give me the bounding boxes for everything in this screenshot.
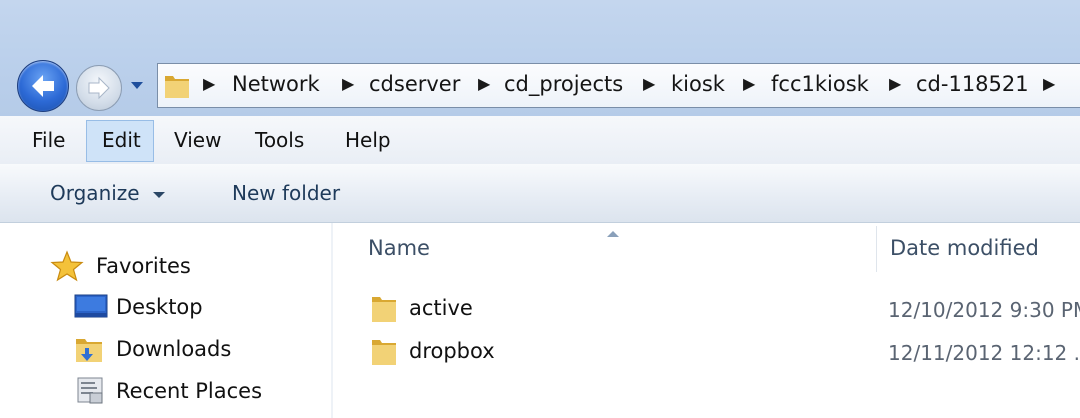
file-row-dropbox[interactable]: dropbox 12/11/2012 12:12 ... (360, 333, 1080, 371)
nav-downloads[interactable]: Downloads (116, 337, 231, 361)
breadcrumb-separator-icon[interactable]: ▶ (889, 74, 901, 93)
menu-bar (0, 116, 1080, 165)
forward-arrow-icon (88, 76, 110, 100)
file-name: active (409, 296, 473, 320)
menu-edit[interactable]: Edit (102, 116, 141, 164)
folder-icon (165, 76, 189, 98)
star-icon (50, 250, 84, 282)
menu-view[interactable]: View (174, 116, 221, 164)
menu-tools[interactable]: Tools (255, 116, 304, 164)
breadcrumb-cd-projects[interactable]: cd_projects (504, 72, 623, 96)
column-divider[interactable] (876, 226, 877, 272)
folder-icon (372, 297, 396, 322)
forward-button[interactable] (76, 65, 122, 111)
breadcrumb-kiosk[interactable]: kiosk (671, 72, 725, 96)
menu-help[interactable]: Help (345, 116, 391, 164)
file-date: 12/10/2012 9:30 PM (888, 298, 1080, 322)
nav-favorites[interactable]: Favorites (96, 254, 191, 278)
breadcrumb-separator-icon[interactable]: ▶ (1043, 74, 1055, 93)
column-header-date-modified[interactable]: Date modified (890, 236, 1039, 260)
breadcrumb-separator-icon[interactable]: ▶ (478, 74, 490, 93)
downloads-folder-icon (76, 339, 102, 362)
organize-button[interactable]: Organize (50, 164, 166, 222)
nav-desktop[interactable]: Desktop (116, 295, 203, 319)
desktop-icon (74, 294, 108, 318)
folder-icon (372, 340, 396, 365)
nav-recent-places[interactable]: Recent Places (116, 379, 262, 403)
pane-splitter[interactable] (331, 223, 333, 418)
chevron-down-icon (152, 192, 165, 198)
breadcrumb-fcc1kiosk[interactable]: fcc1kiosk (771, 72, 869, 96)
breadcrumb-cdserver[interactable]: cdserver (369, 72, 460, 96)
organize-label: Organize (50, 181, 140, 205)
column-header-name[interactable]: Name (368, 236, 430, 260)
back-arrow-icon (32, 75, 54, 97)
new-folder-button[interactable]: New folder (232, 164, 340, 222)
back-button[interactable] (17, 60, 69, 112)
breadcrumb-network[interactable]: Network (232, 72, 320, 96)
file-name: dropbox (409, 339, 495, 363)
breadcrumb-separator-icon[interactable]: ▶ (203, 74, 215, 93)
file-row-active[interactable]: active 12/10/2012 9:30 PM (360, 290, 1080, 328)
file-date: 12/11/2012 12:12 ... (888, 341, 1080, 365)
sort-ascending-icon (607, 231, 619, 237)
menu-file[interactable]: File (32, 116, 65, 164)
breadcrumb-separator-icon[interactable]: ▶ (643, 74, 655, 93)
recent-pages-chevron-down-icon[interactable] (128, 76, 146, 94)
breadcrumb-separator-icon[interactable]: ▶ (342, 74, 354, 93)
breadcrumb-separator-icon[interactable]: ▶ (743, 74, 755, 93)
recent-places-icon (77, 377, 103, 404)
breadcrumb-cd-118521[interactable]: cd-118521 (916, 72, 1029, 96)
